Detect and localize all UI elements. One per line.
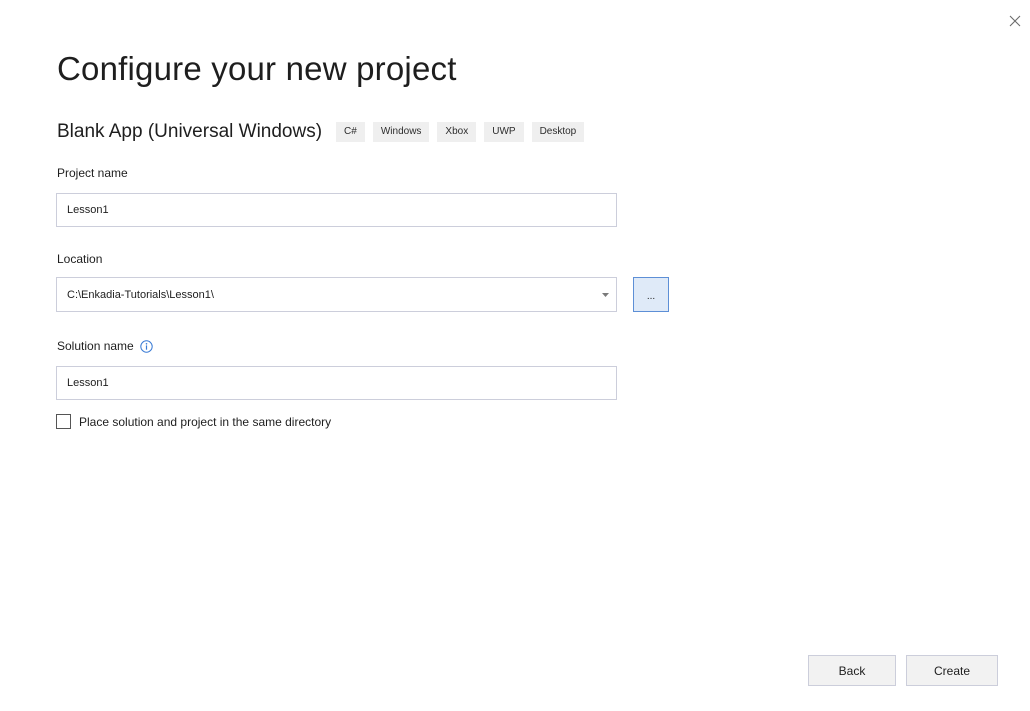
same-directory-option[interactable]: Place solution and project in the same d… [56,414,331,429]
solution-name-label-text: Solution name [57,339,134,353]
create-button[interactable]: Create [906,655,998,686]
tag-language: C# [336,122,365,142]
template-header: Blank App (Universal Windows) C# Windows… [57,119,592,145]
tag-platform-xbox: Xbox [437,122,477,142]
same-directory-label[interactable]: Place solution and project in the same d… [79,415,331,429]
tag-platform-windows: Windows [372,122,430,142]
location-combobox[interactable] [56,277,617,312]
info-icon[interactable] [140,339,153,353]
solution-name-input[interactable] [56,366,617,400]
browse-location-button[interactable]: ... [633,277,669,312]
project-name-label: Project name [57,166,128,180]
project-name-label-text: Project name [57,166,128,180]
same-directory-checkbox[interactable] [56,414,71,429]
project-name-input[interactable] [56,193,617,227]
location-input[interactable] [57,278,594,311]
template-name: Blank App (Universal Windows) [57,121,323,142]
close-button[interactable] [1008,14,1022,28]
page-title: Configure your new project [57,50,457,87]
tag-project-type-uwp: UWP [484,122,524,142]
solution-name-label: Solution name [57,339,153,353]
back-button[interactable]: Back [808,655,896,686]
chevron-down-icon [601,292,609,297]
close-icon [1009,15,1021,27]
tag-platform-desktop: Desktop [531,122,585,142]
location-label: Location [57,252,102,266]
location-dropdown-button[interactable] [594,278,616,311]
location-label-text: Location [57,252,103,266]
